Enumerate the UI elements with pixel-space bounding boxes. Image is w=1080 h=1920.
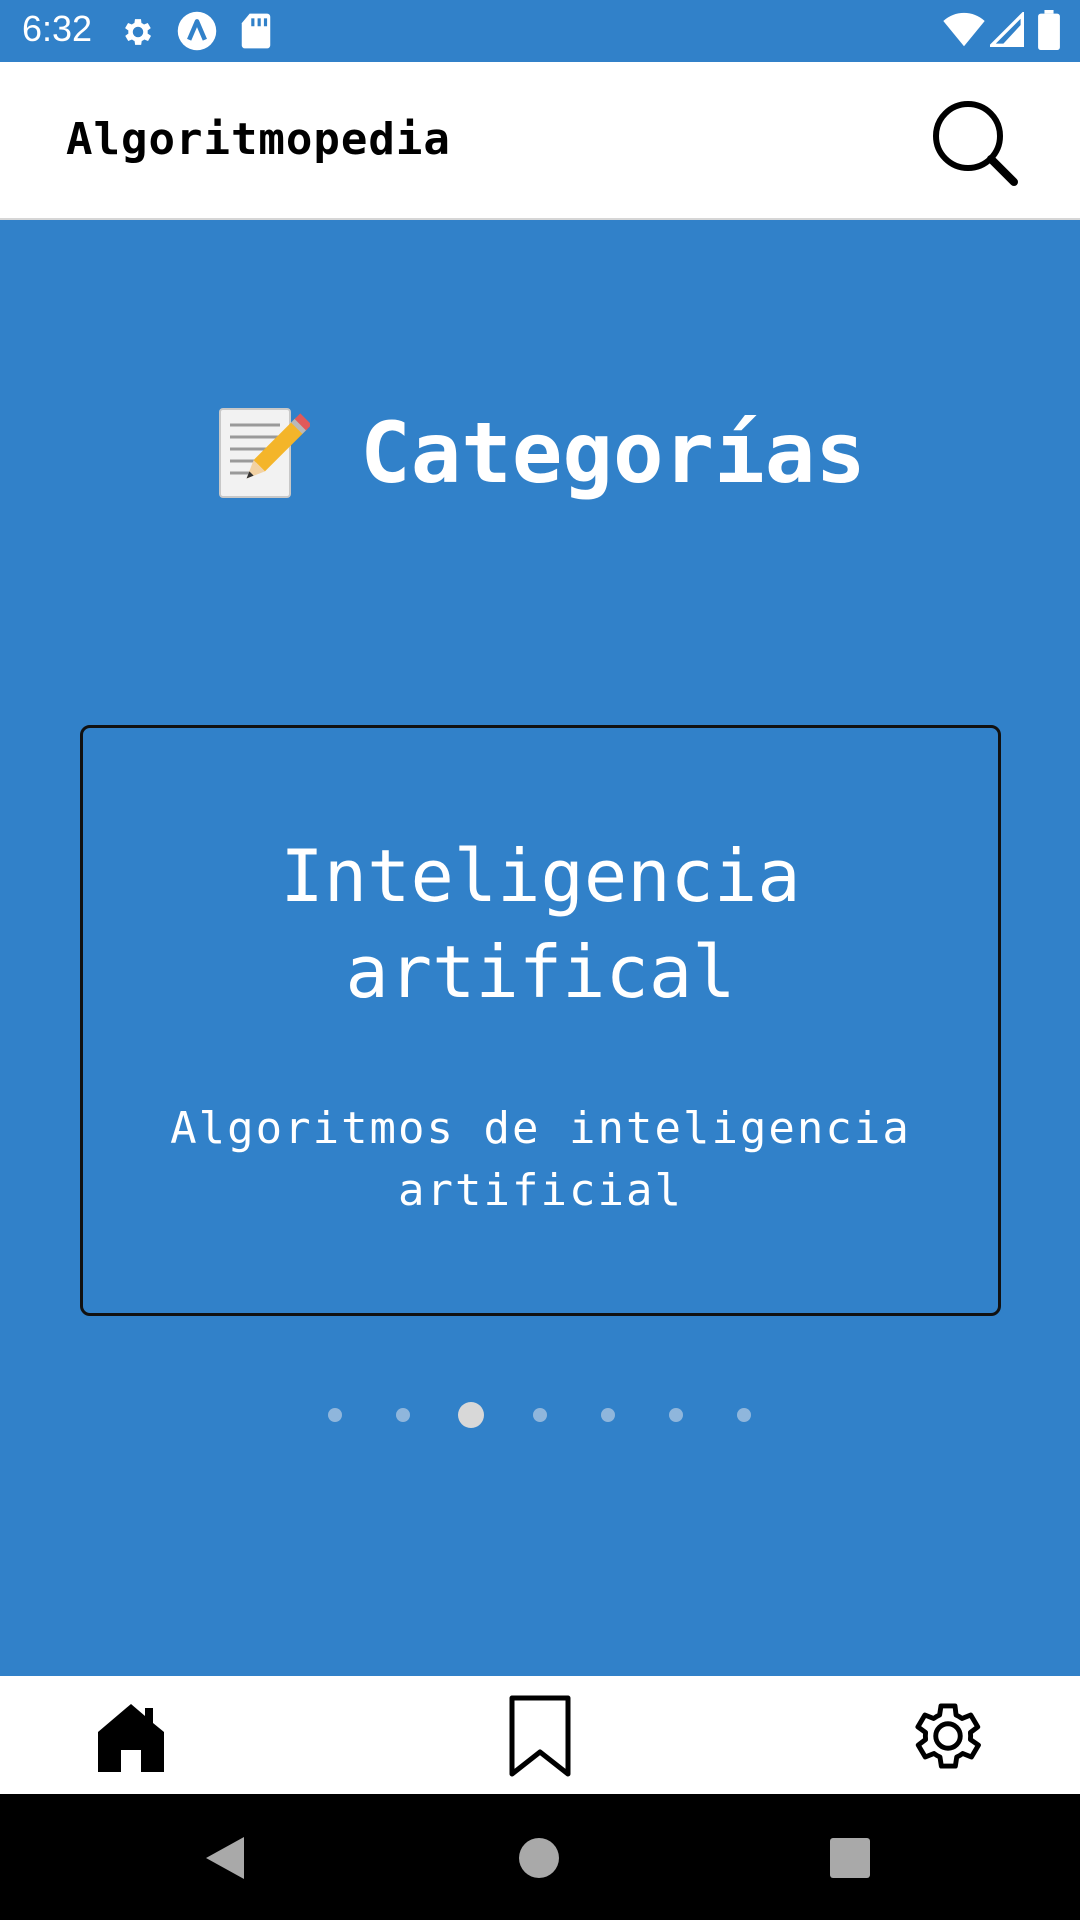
bookmark-icon <box>509 1695 571 1777</box>
category-card[interactable]: Inteligencia artifical Algoritmos de int… <box>80 725 1001 1316</box>
search-button[interactable] <box>930 98 1020 188</box>
status-bar: 6:32 <box>0 0 1080 62</box>
carousel-dot[interactable] <box>737 1408 751 1422</box>
sd-card-icon <box>241 13 271 49</box>
card-title: Inteligencia artifical <box>103 828 978 1020</box>
back-icon[interactable] <box>204 1835 248 1881</box>
settings-icon <box>915 1703 981 1769</box>
section-heading: Categorías <box>0 398 1080 508</box>
battery-icon <box>1038 10 1060 50</box>
carousel-dot[interactable] <box>669 1408 683 1422</box>
carousel-pagination <box>0 1400 1080 1430</box>
card-desc-line2: artificial <box>398 1165 683 1216</box>
carousel-dot-active[interactable] <box>458 1402 484 1428</box>
app-bar: Algoritmopedia <box>0 62 1080 220</box>
home-circle-icon[interactable] <box>518 1837 560 1879</box>
carousel-dot[interactable] <box>533 1408 547 1422</box>
gear-icon <box>125 19 152 45</box>
signal-icon <box>990 12 1024 47</box>
carousel-dot[interactable] <box>396 1408 410 1422</box>
card-title-line1: Inteligencia <box>280 834 801 918</box>
carousel-dot[interactable] <box>601 1408 615 1422</box>
card-description: Algoritmos de inteligencia artificial <box>143 1098 938 1222</box>
nav-home-button[interactable] <box>86 1694 176 1778</box>
nav-bookmark-button[interactable] <box>495 1694 585 1778</box>
main-content: Categorías Inteligencia artifical Algori… <box>0 220 1080 1676</box>
card-title-line2: artifical <box>345 930 736 1014</box>
memo-pencil-icon <box>219 408 311 498</box>
status-time: 6:32 <box>22 8 93 49</box>
carousel-dot[interactable] <box>328 1408 342 1422</box>
wifi-icon <box>943 12 985 47</box>
home-icon <box>98 1704 164 1772</box>
recents-icon[interactable] <box>830 1838 870 1878</box>
section-title: Categorías <box>360 404 866 502</box>
app-title: Algoritmopedia <box>66 114 451 165</box>
system-nav-bar <box>0 1794 1080 1920</box>
app-a-icon <box>177 11 217 51</box>
nav-settings-button[interactable] <box>903 1694 993 1778</box>
bottom-nav <box>0 1676 1080 1794</box>
search-icon <box>933 101 1018 186</box>
card-desc-line1: Algoritmos de inteligencia <box>170 1103 911 1154</box>
